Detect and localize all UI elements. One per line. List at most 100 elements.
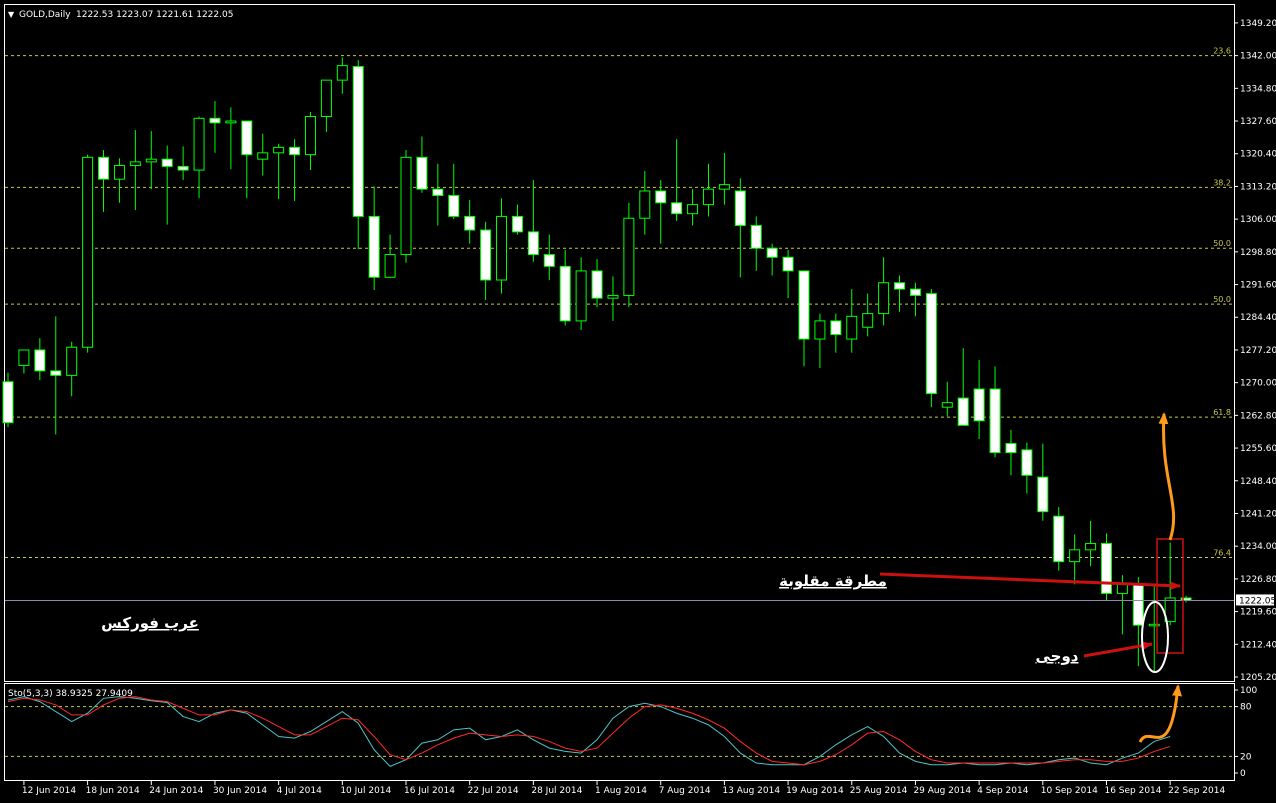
bullish-candle bbox=[273, 146, 285, 154]
fib-level-label: 38.2 bbox=[1213, 178, 1231, 187]
time-tick-label: 1 Aug 2014 bbox=[595, 786, 647, 796]
bearish-candle bbox=[798, 270, 810, 340]
bullish-candle bbox=[862, 313, 874, 328]
price-tick-label: 1313.20 bbox=[1240, 182, 1276, 192]
bearish-candle bbox=[830, 320, 842, 336]
watermark-text: عرب فوركس bbox=[101, 614, 199, 632]
time-tick-label: 10 Jul 2014 bbox=[340, 786, 391, 796]
bullish-candle bbox=[687, 204, 699, 215]
bullish-candle bbox=[1116, 583, 1128, 594]
bearish-candle bbox=[655, 190, 667, 204]
bearish-candle bbox=[750, 224, 762, 249]
time-tick-label: 30 Jun 2014 bbox=[213, 786, 267, 796]
bearish-candle bbox=[989, 388, 1001, 454]
time-tick-label: 25 Aug 2014 bbox=[850, 786, 908, 796]
bearish-candle bbox=[527, 231, 539, 256]
time-tick-label: 4 Sep 2014 bbox=[977, 786, 1029, 796]
bearish-candle bbox=[2, 381, 14, 424]
price-tick-label: 1320.40 bbox=[1240, 150, 1276, 160]
price-tick-label: 1212.40 bbox=[1240, 640, 1276, 650]
fib-level-label: 23.6 bbox=[1213, 47, 1231, 56]
bullish-candle bbox=[384, 254, 396, 278]
bullish-candle bbox=[336, 65, 348, 81]
price-tick-label: 1219.60 bbox=[1240, 608, 1276, 618]
price-tick-label: 1298.80 bbox=[1240, 248, 1276, 258]
fib-level-label: 50.0 bbox=[1213, 239, 1231, 248]
bullish-candle bbox=[846, 315, 858, 340]
bearish-candle bbox=[177, 165, 189, 171]
bearish-candle bbox=[432, 188, 444, 197]
bullish-candle bbox=[623, 217, 635, 296]
time-tick-label: 16 Sep 2014 bbox=[1104, 786, 1161, 796]
bearish-candle bbox=[591, 270, 603, 299]
fib-level-label: 61.8 bbox=[1213, 408, 1231, 417]
bearish-candle bbox=[480, 229, 492, 281]
stoch-panel-frame bbox=[4, 683, 1235, 781]
bearish-candle bbox=[1037, 476, 1049, 513]
bearish-candle bbox=[511, 215, 523, 233]
price-tick-label: 1255.60 bbox=[1240, 444, 1276, 454]
bullish-candle bbox=[1069, 549, 1081, 563]
bearish-candle bbox=[464, 215, 476, 231]
bullish-candle bbox=[941, 402, 953, 408]
stochastic-lines: 100 80 20 0 bbox=[5, 686, 1257, 779]
orange-up-arrow-stoch bbox=[1138, 684, 1183, 743]
price-tick-label: 1349.20 bbox=[1240, 19, 1276, 29]
bullish-candle bbox=[18, 349, 30, 366]
bullish-candle bbox=[320, 79, 332, 117]
hammer-annotation: مطرقة مقلوبة bbox=[779, 572, 887, 590]
price-tick-label: 1226.80 bbox=[1240, 575, 1276, 585]
time-tick-label: 22 Jul 2014 bbox=[468, 786, 519, 796]
time-tick-label: 7 Aug 2014 bbox=[659, 786, 711, 796]
bearish-candle bbox=[1053, 515, 1065, 563]
bullish-candle bbox=[82, 156, 94, 348]
time-tick-label: 10 Sep 2014 bbox=[1041, 786, 1098, 796]
price-tick-label: 1270.00 bbox=[1240, 379, 1276, 389]
bearish-candle bbox=[973, 388, 985, 422]
hammer-arrow bbox=[879, 572, 1181, 590]
bearish-candle bbox=[98, 156, 110, 180]
price-tick-label: 1342.00 bbox=[1240, 52, 1276, 62]
time-tick-label: 22 Sep 2014 bbox=[1168, 786, 1225, 796]
chart-window: ▼ GOLD,Daily 1222.53 1223.07 1221.61 122… bbox=[0, 0, 1276, 799]
price-axis: 1349.20 1342.00 1334.80 1327.60 1320.40 1313.… bbox=[1234, 19, 1276, 683]
fib-lines: 23.6 38.2 50.0 50.0 61.8 76.4 bbox=[5, 47, 1234, 559]
price-tick-label: 1334.80 bbox=[1240, 84, 1276, 94]
price-tick-label: 1241.20 bbox=[1240, 509, 1276, 519]
bearish-candle bbox=[1005, 443, 1017, 454]
stoch-tick-label: 0 bbox=[1240, 769, 1246, 779]
header-arrow-icon: ▼ bbox=[8, 10, 15, 19]
bullish-candle bbox=[814, 320, 826, 340]
bearish-candle bbox=[559, 265, 571, 322]
bullish-candle bbox=[257, 152, 269, 160]
price-tick-label: 1306.00 bbox=[1240, 215, 1276, 225]
bullish-candle bbox=[66, 346, 78, 376]
price-tick-label: 1205.20 bbox=[1240, 673, 1276, 683]
bullish-candle bbox=[1085, 542, 1097, 551]
bullish-candle bbox=[607, 294, 619, 299]
price-tick-label: 1262.80 bbox=[1240, 411, 1276, 421]
stoch-tick-label: 80 bbox=[1240, 703, 1252, 713]
bearish-candle bbox=[543, 254, 555, 267]
bearish-candle bbox=[925, 293, 937, 395]
bullish-candle bbox=[400, 156, 412, 256]
bullish-candle bbox=[702, 188, 714, 206]
ohlc-label: 1222.53 1223.07 1221.61 1222.05 bbox=[76, 10, 233, 20]
time-tick-label: 29 Aug 2014 bbox=[913, 786, 971, 796]
price-tick-label: 1327.60 bbox=[1240, 117, 1276, 127]
price-tick-label: 1248.40 bbox=[1240, 477, 1276, 487]
chart-svg: ▼ GOLD,Daily 1222.53 1223.07 1221.61 122… bbox=[2, 4, 1276, 796]
doji-annotation: دوجى bbox=[1035, 647, 1078, 665]
price-tick-label: 1277.20 bbox=[1240, 346, 1276, 356]
doji-highlight-ellipse bbox=[1141, 601, 1169, 673]
bearish-candle bbox=[766, 247, 778, 258]
bullish-candle bbox=[718, 184, 730, 190]
time-tick-label: 4 Jul 2014 bbox=[277, 786, 322, 796]
time-axis: 12 Jun 2014 18 Jun 2014 24 Jun 2014 30 Jun … bbox=[22, 781, 1225, 796]
time-tick-label: 12 Jun 2014 bbox=[22, 786, 76, 796]
bearish-candle bbox=[671, 202, 683, 215]
bullish-candle bbox=[304, 115, 316, 156]
bullish-candle bbox=[575, 270, 587, 322]
current-price-label: 1222.05 bbox=[1239, 596, 1276, 606]
bearish-candle bbox=[1021, 449, 1033, 476]
